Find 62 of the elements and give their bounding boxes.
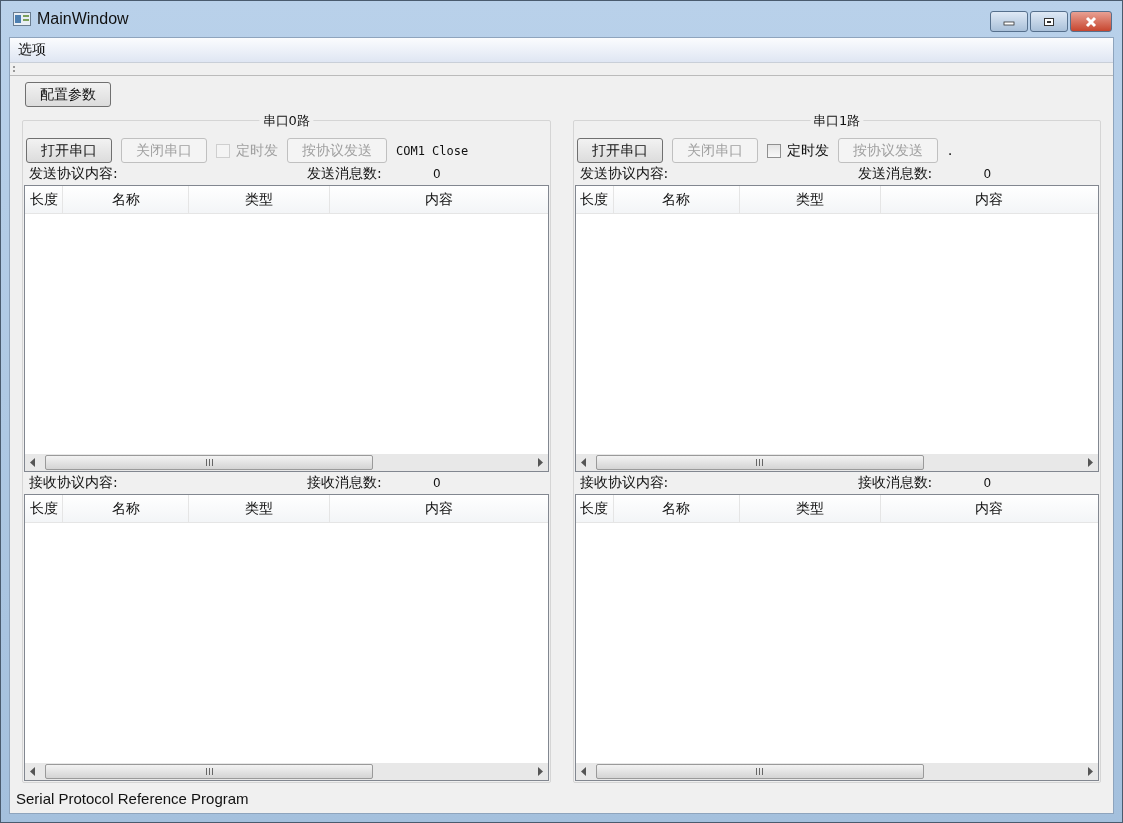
section-label: 接收协议内容: (579, 474, 670, 492)
count-value: 0 (433, 167, 441, 181)
column-header[interactable]: 内容 (880, 186, 1098, 213)
maximize-icon (1043, 16, 1055, 27)
count-label: 接收消息数: (857, 474, 934, 492)
window-title: MainWindow (37, 10, 129, 28)
column-header[interactable]: 类型 (739, 186, 881, 213)
scrollbar-thumb[interactable] (595, 455, 924, 470)
column-header[interactable]: 长度 (575, 186, 614, 213)
scroll-left-icon[interactable] (29, 458, 37, 467)
column-header[interactable]: 类型 (739, 495, 881, 522)
count-label: 发送消息数: (857, 165, 934, 183)
status-text: Serial Protocol Reference Program (16, 789, 249, 807)
group-title: 串口0路 (259, 112, 313, 130)
count-value: 0 (983, 476, 992, 490)
open-port-button[interactable]: 打开串口 (576, 138, 663, 163)
port-status: COM1 Close (396, 143, 469, 158)
window-icon (13, 12, 31, 26)
group-title: 串口1路 (810, 112, 864, 130)
maximize-button[interactable] (1030, 11, 1068, 32)
scrollbar-thumb[interactable] (45, 764, 374, 779)
count-value: 0 (433, 476, 441, 490)
port-status: . (946, 143, 954, 158)
column-header[interactable]: 长度 (25, 495, 63, 522)
open-port-button[interactable]: 打开串口 (26, 138, 112, 163)
close-button[interactable] (1070, 11, 1112, 32)
column-header[interactable]: 名称 (63, 186, 189, 213)
scroll-right-icon[interactable] (1086, 458, 1094, 467)
count-value: 0 (983, 167, 992, 181)
horizontal-scrollbar[interactable] (575, 454, 1098, 471)
menu-item[interactable]: 选项 (10, 41, 54, 59)
column-header[interactable]: 内容 (880, 495, 1098, 522)
section-label: 发送协议内容: (579, 165, 670, 183)
column-header[interactable]: 名称 (613, 495, 740, 522)
horizontal-scrollbar[interactable] (25, 763, 548, 780)
timer-checkbox[interactable]: 定时发 (766, 141, 829, 160)
column-header[interactable]: 类型 (189, 186, 330, 213)
horizontal-scrollbar[interactable] (575, 763, 1098, 780)
scrollbar-thumb[interactable] (595, 764, 924, 779)
scroll-right-icon[interactable] (535, 458, 544, 467)
column-header[interactable]: 内容 (330, 186, 548, 213)
column-header[interactable]: 长度 (25, 186, 63, 213)
section-label: 发送协议内容: (29, 165, 119, 183)
scrollbar-thumb[interactable] (45, 455, 374, 470)
minimize-button[interactable] (990, 11, 1028, 32)
scroll-left-icon[interactable] (579, 767, 588, 776)
close-icon (1084, 15, 1098, 28)
column-header[interactable]: 名称 (613, 186, 740, 213)
toolbar-grip (13, 66, 17, 72)
scroll-left-icon[interactable] (29, 767, 37, 776)
column-header[interactable]: 内容 (330, 495, 548, 522)
column-header[interactable]: 名称 (63, 495, 189, 522)
count-label: 发送消息数: (307, 165, 383, 183)
horizontal-scrollbar[interactable] (25, 454, 548, 471)
count-label: 接收消息数: (307, 474, 383, 492)
config-button[interactable]: 配置参数 (25, 82, 111, 107)
column-header[interactable]: 类型 (189, 495, 330, 522)
scroll-left-icon[interactable] (579, 458, 588, 467)
column-header[interactable]: 长度 (575, 495, 614, 522)
section-label: 接收协议内容: (29, 474, 119, 492)
scroll-right-icon[interactable] (1086, 767, 1094, 776)
scroll-right-icon[interactable] (535, 767, 544, 776)
